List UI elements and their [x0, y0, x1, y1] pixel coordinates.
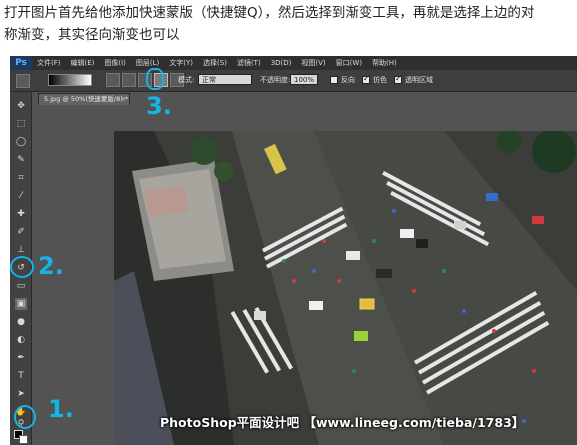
- transparency-label: 透明区域: [405, 76, 433, 84]
- gradient-tool-highlight-circle: [10, 256, 34, 278]
- gradient-preview[interactable]: [48, 74, 92, 86]
- menu-3d[interactable]: 3D(D): [266, 59, 297, 67]
- eraser-tool-icon[interactable]: ▭: [15, 280, 27, 292]
- close-icon[interactable]: ×: [120, 94, 126, 105]
- eyedropper-tool-icon[interactable]: ⁄: [15, 190, 27, 202]
- clone-stamp-tool-icon[interactable]: ⊥: [15, 244, 27, 256]
- marquee-tool-icon[interactable]: ⬚: [15, 118, 27, 130]
- dodge-tool-icon[interactable]: ◐: [15, 334, 27, 346]
- crop-tool-icon[interactable]: ⌗: [15, 172, 27, 184]
- menu-type[interactable]: 文字(Y): [164, 58, 198, 68]
- menu-layer[interactable]: 图层(L): [131, 58, 164, 68]
- menu-image[interactable]: 图像(I): [99, 58, 131, 68]
- menu-window[interactable]: 窗口(W): [331, 58, 367, 68]
- dither-label: 仿色: [373, 76, 387, 84]
- brush-tool-icon[interactable]: ✐: [15, 226, 27, 238]
- quick-mask-highlight-circle: [14, 405, 36, 429]
- move-tool-icon[interactable]: ✥: [15, 100, 27, 112]
- menu-edit[interactable]: 编辑(E): [66, 58, 100, 68]
- step-2-annotation: 2.: [38, 252, 64, 280]
- tool-preset-button[interactable]: [16, 74, 30, 88]
- caption-line-1: 打开图片首先给他添加快速蒙版（快捷键Q），然后选择到渐变工具，再就是选择上边的对: [4, 5, 535, 21]
- blur-tool-icon[interactable]: ●: [15, 316, 27, 328]
- background-color-swatch[interactable]: [19, 435, 28, 444]
- step-3-annotation: 3.: [146, 92, 172, 120]
- mode-label: 模式:: [178, 76, 195, 84]
- step-1-annotation: 1.: [48, 395, 74, 423]
- radial-gradient-button[interactable]: [122, 73, 136, 87]
- document-tab[interactable]: 5.jpg @ 50%(快速蒙版/8) * ×: [38, 93, 130, 105]
- photoshop-logo: Ps: [10, 56, 32, 70]
- reverse-checkbox[interactable]: [330, 76, 338, 84]
- opacity-field[interactable]: 100%: [290, 74, 318, 85]
- menu-filter[interactable]: 滤镜(T): [232, 58, 266, 68]
- mode-dropdown[interactable]: 正常: [198, 74, 252, 85]
- instruction-caption: 打开图片首先给他添加快速蒙版（快捷键Q），然后选择到渐变工具，再就是选择上边的对…: [4, 2, 574, 46]
- intersection-photo: [114, 131, 577, 445]
- photoshop-window: Ps 文件(F) 编辑(E) 图像(I) 图层(L) 文字(Y) 选择(S) 滤…: [10, 56, 577, 445]
- watermark-text: PhotoShop平面设计吧 【www.lineeg.com/tieba/178…: [160, 415, 525, 430]
- menu-view[interactable]: 视图(V): [296, 58, 330, 68]
- type-tool-icon[interactable]: T: [15, 370, 27, 382]
- quick-select-tool-icon[interactable]: ✎: [15, 154, 27, 166]
- linear-gradient-button[interactable]: [106, 73, 120, 87]
- dither-checkbox[interactable]: [362, 74, 370, 84]
- opacity-label: 不透明度:: [260, 76, 291, 84]
- menu-help[interactable]: 帮助(H): [367, 58, 402, 68]
- menu-file[interactable]: 文件(F): [32, 58, 66, 68]
- menu-bar: Ps 文件(F) 编辑(E) 图像(I) 图层(L) 文字(Y) 选择(S) 滤…: [10, 56, 577, 70]
- pen-tool-icon[interactable]: ✒: [15, 352, 27, 364]
- reverse-label: 反向: [341, 76, 355, 84]
- caption-line-2: 称渐变，其实径向渐变也可以: [4, 27, 180, 43]
- photo-canvas[interactable]: [114, 131, 577, 445]
- path-selection-tool-icon[interactable]: ➤: [15, 388, 27, 400]
- transparency-checkbox[interactable]: [394, 74, 402, 84]
- healing-brush-tool-icon[interactable]: ✚: [15, 208, 27, 220]
- gradient-tool-icon[interactable]: ▣: [15, 298, 27, 310]
- menu-select[interactable]: 选择(S): [198, 58, 232, 68]
- document-tab-title: 5.jpg @ 50%(快速蒙版/8) *: [44, 95, 129, 103]
- lasso-tool-icon[interactable]: ◯: [15, 136, 27, 148]
- reflected-gradient-highlight-circle: [146, 68, 164, 90]
